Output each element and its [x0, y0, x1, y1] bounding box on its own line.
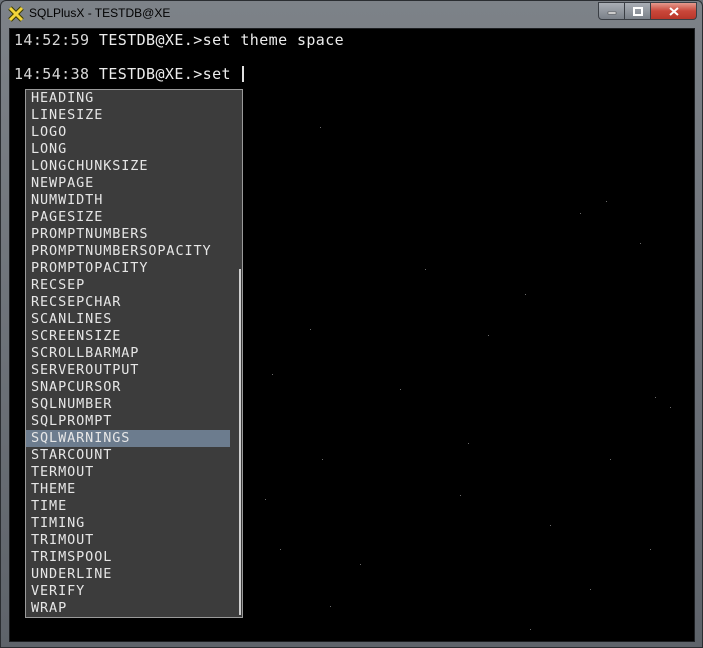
star-dot — [265, 499, 266, 500]
autocomplete-item[interactable]: TERMOUT — [26, 464, 242, 481]
autocomplete-item[interactable]: UNDERLINE — [26, 566, 242, 583]
scrollbar-thumb[interactable] — [239, 269, 241, 615]
autocomplete-dropdown[interactable]: HEADING LINESIZE LOGO LONG LONGCHUNKSIZE NEWP… — [25, 89, 243, 618]
console-area[interactable]: 14:52:59 TESTDB@XE.>set theme space 14:5… — [9, 28, 695, 642]
autocomplete-item[interactable]: VERIFY — [26, 583, 242, 600]
star-dot — [280, 549, 281, 550]
star-dot — [310, 329, 311, 330]
star-dot — [670, 407, 671, 408]
autocomplete-item[interactable]: PROMPTOPACITY — [26, 260, 242, 277]
prompt: TESTDB@XE.> — [98, 31, 203, 49]
autocomplete-item[interactable]: STARCOUNT — [26, 447, 242, 464]
autocomplete-item[interactable]: TIMING — [26, 515, 242, 532]
star-dot — [550, 525, 551, 526]
autocomplete-item[interactable]: WRAP — [26, 600, 242, 617]
star-dot — [320, 127, 321, 128]
timestamp: 14:54:38 — [14, 65, 90, 83]
star-dot — [580, 213, 581, 214]
autocomplete-item[interactable]: SCROLLBARMAP — [26, 345, 242, 362]
maximize-icon — [632, 6, 643, 16]
prompt: TESTDB@XE.> — [98, 65, 203, 83]
autocomplete-item[interactable]: LOGO — [26, 124, 242, 141]
autocomplete-item[interactable]: PROMPTNUMBERSOPACITY — [26, 243, 242, 260]
app-window: SQLPlusX - TESTDB@XE 14:52:59 TESTDB@XE.… — [0, 0, 703, 648]
star-dot — [610, 459, 611, 460]
title-bar[interactable]: SQLPlusX - TESTDB@XE — [1, 1, 702, 27]
autocomplete-item[interactable]: TIME — [26, 498, 242, 515]
star-dot — [360, 564, 361, 565]
autocomplete-scrollbar[interactable] — [237, 90, 242, 617]
autocomplete-item[interactable]: PAGESIZE — [26, 209, 242, 226]
star-dot — [606, 201, 607, 202]
star-dot — [525, 294, 526, 295]
autocomplete-item[interactable]: SNAPCURSOR — [26, 379, 242, 396]
autocomplete-item[interactable]: TRIMOUT — [26, 532, 242, 549]
autocomplete-list: HEADING LINESIZE LOGO LONG LONGCHUNKSIZE NEWP… — [26, 90, 242, 617]
star-dot — [468, 443, 469, 444]
autocomplete-item[interactable]: SCANLINES — [26, 311, 242, 328]
command-input[interactable]: set — [203, 65, 241, 83]
autocomplete-item[interactable]: LINESIZE — [26, 107, 242, 124]
autocomplete-item[interactable]: RECSEP — [26, 277, 242, 294]
window-title: SQLPlusX - TESTDB@XE — [29, 6, 171, 20]
autocomplete-item[interactable]: HEADING — [26, 90, 242, 107]
star-dot — [330, 606, 331, 607]
star-dot — [488, 335, 489, 336]
star-dot — [655, 397, 656, 398]
autocomplete-item[interactable]: SERVEROUTPUT — [26, 362, 242, 379]
maximize-button[interactable] — [625, 2, 651, 20]
autocomplete-item[interactable]: TRIMSPOOL — [26, 549, 242, 566]
autocomplete-item[interactable]: SCREENSIZE — [26, 328, 242, 345]
star-dot — [460, 495, 461, 496]
star-dot — [272, 374, 273, 375]
autocomplete-item[interactable]: NEWPAGE — [26, 175, 242, 192]
autocomplete-item[interactable]: SQLWARNINGS — [26, 430, 230, 447]
command-text: set theme space — [202, 31, 345, 49]
autocomplete-item[interactable]: LONG — [26, 141, 242, 158]
star-dot — [400, 389, 401, 390]
star-dot — [530, 629, 531, 630]
text-cursor — [242, 66, 245, 82]
window-controls — [598, 2, 697, 20]
close-button[interactable] — [651, 2, 697, 20]
minimize-icon — [607, 11, 616, 15]
console-line-1: 14:52:59 TESTDB@XE.>set theme space — [14, 31, 344, 49]
star-dot — [590, 589, 591, 590]
autocomplete-item[interactable]: SQLNUMBER — [26, 396, 242, 413]
autocomplete-item[interactable]: SQLPROMPT — [26, 413, 242, 430]
autocomplete-item[interactable]: PROMPTNUMBERS — [26, 226, 242, 243]
star-dot — [425, 269, 426, 270]
autocomplete-item[interactable]: RECSEPCHAR — [26, 294, 242, 311]
star-dot — [650, 549, 651, 550]
autocomplete-item[interactable]: THEME — [26, 481, 242, 498]
close-icon — [668, 6, 679, 16]
autocomplete-item[interactable]: NUMWIDTH — [26, 192, 242, 209]
sqlplusx-app-icon — [8, 6, 24, 22]
star-dot — [322, 459, 323, 460]
console-line-2[interactable]: 14:54:38 TESTDB@XE.>set — [14, 65, 245, 83]
timestamp: 14:52:59 — [14, 31, 90, 49]
minimize-button[interactable] — [598, 2, 625, 20]
star-dot — [640, 243, 641, 244]
autocomplete-item[interactable]: LONGCHUNKSIZE — [26, 158, 242, 175]
